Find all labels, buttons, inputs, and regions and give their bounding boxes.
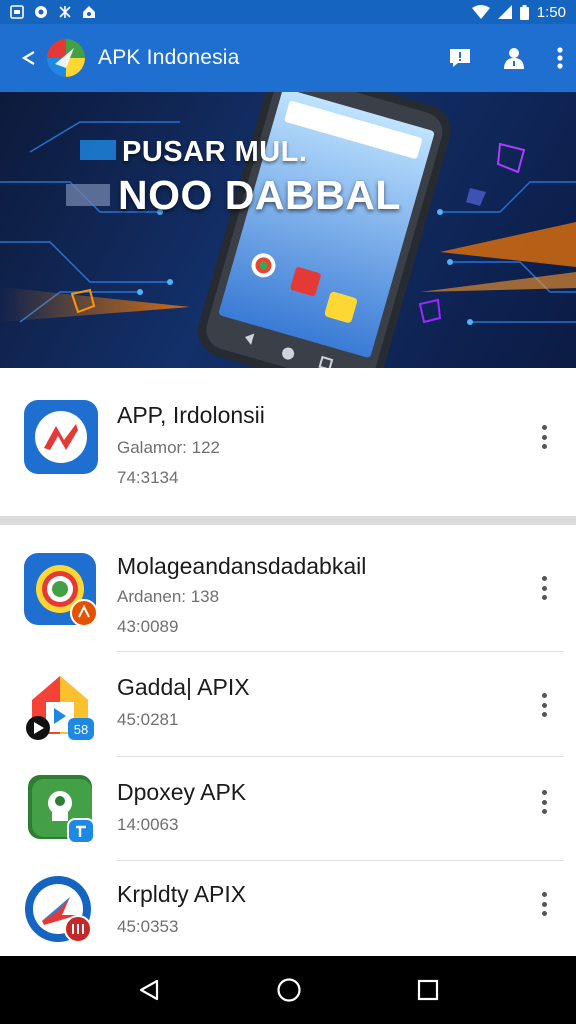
featured-app[interactable]: APP, Irdolonsii Galamor: 122 74:3134 (0, 368, 576, 516)
more-options-icon[interactable] (532, 787, 556, 817)
app-logo (47, 39, 85, 77)
battery-icon (519, 4, 529, 20)
arrow-app-icon (22, 871, 100, 949)
system-nav-bar (0, 956, 576, 1024)
gallery-icon (10, 5, 24, 19)
home-notify-icon (83, 6, 95, 18)
compass-app-icon (22, 551, 100, 629)
list-item[interactable]: 58 Gadda| APIX 45:0281 (0, 652, 576, 757)
app-circle-icon (35, 6, 47, 18)
settings-icon (59, 6, 71, 18)
list-item[interactable]: Molageandansdadabkail Ardanen: 138 43:00… (0, 525, 576, 652)
app-line1: Ardanen: 138 (117, 587, 220, 606)
banner-title: NOO DABBAL (118, 172, 401, 218)
app-title: APK Indonesia (98, 46, 240, 69)
home-icon[interactable] (276, 977, 302, 1003)
more-options-icon[interactable] (532, 690, 556, 720)
more-options-icon[interactable] (532, 573, 556, 603)
app-line2: 43:0089 (117, 617, 179, 636)
feedback-icon[interactable] (448, 46, 472, 70)
lock-app-icon (22, 769, 100, 847)
account-icon[interactable] (502, 46, 526, 70)
featured-app-icon (22, 398, 100, 476)
featured-more-icon[interactable] (532, 422, 556, 452)
more-options-icon[interactable] (532, 889, 556, 919)
section-divider (0, 516, 576, 525)
list-item[interactable]: Krpldty APIX 45:0353 (0, 861, 576, 956)
app-name: Gadda| APIX (117, 674, 250, 700)
back-icon[interactable] (137, 978, 161, 1002)
app-name: Krpldty APIX (117, 881, 247, 907)
app-line2: 14:0063 (117, 815, 179, 834)
promo-banner[interactable]: PUSAR MUL. NOO DABBAL (0, 92, 576, 368)
app-line2: 45:0281 (117, 710, 179, 729)
banner-headline: PUSAR MUL. (122, 136, 308, 168)
status-time: 1:50 (536, 3, 566, 21)
banner-artwork (0, 92, 576, 368)
app-bar: APK Indonesia (0, 24, 576, 92)
app-name: Molageandansdadabkail (117, 553, 367, 579)
status-bar: 1:50 (0, 0, 576, 24)
featured-app-line2: 74:3134 (117, 468, 179, 487)
list-item[interactable]: Dpoxey APK 14:0063 (0, 757, 576, 861)
svg-text:58: 58 (74, 722, 88, 737)
featured-app-line1: Galamor: 122 (117, 438, 220, 457)
app-name: Dpoxey APK (117, 779, 247, 805)
featured-app-name: APP, Irdolonsii (117, 402, 265, 428)
wifi-icon (471, 5, 490, 19)
home-app-icon: 58 (22, 666, 100, 744)
app-list: APP, Irdolonsii Galamor: 122 74:3134 Mol… (0, 368, 576, 956)
signal-icon (497, 5, 512, 19)
app-line2: 45:0353 (117, 917, 179, 936)
back-arrow-icon[interactable] (18, 45, 44, 71)
recents-icon[interactable] (417, 979, 439, 1001)
more-vert-icon[interactable] (556, 46, 564, 70)
